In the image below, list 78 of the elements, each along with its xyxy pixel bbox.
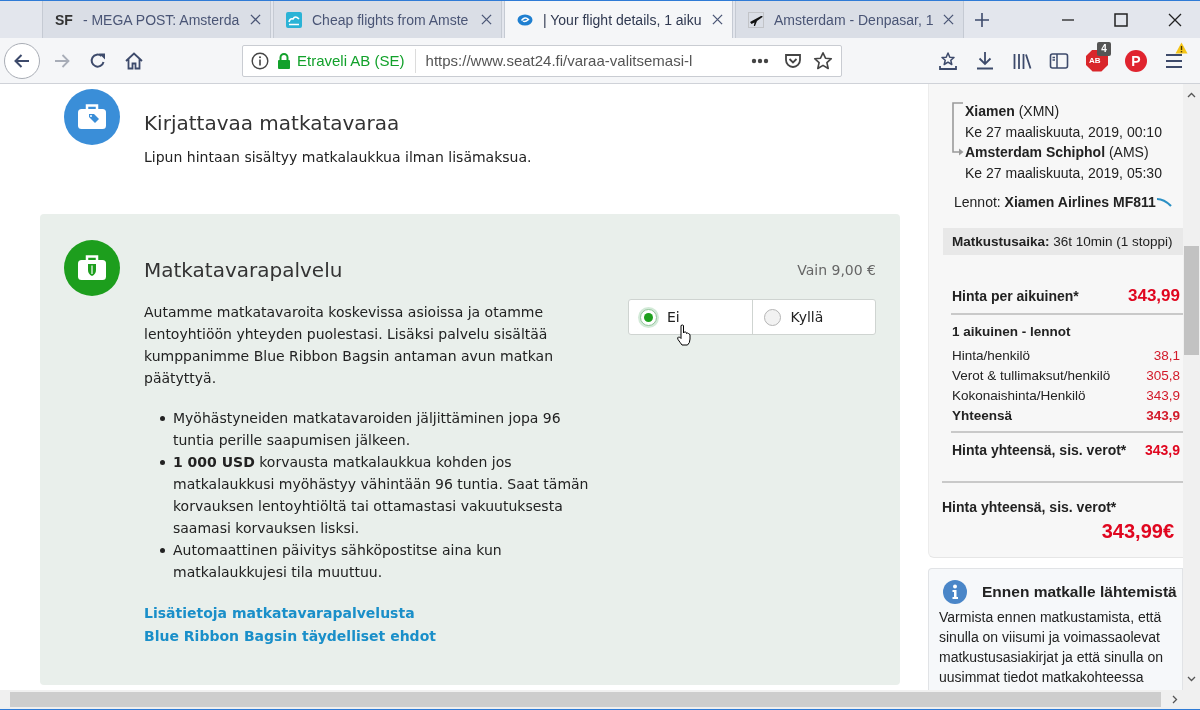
price-label: Hinta yhteensä, sis. verot* <box>952 442 1127 458</box>
radio-button[interactable] <box>763 308 781 326</box>
benefit-text: 1 000 USD korvausta matkalaukkua kohden jos matkalaukkusi myöhästyy vähintään 96 tuntia. Saat tämän korvauksen lentoyhtiöltä tai ottamastasi vakuutuksesta saamasi korvauksen lisksi. <box>173 453 590 538</box>
site-identity[interactable]: Etraveli AB (SE) <box>297 52 405 69</box>
route-bracket-icon <box>950 101 964 157</box>
pin-button[interactable]: P <box>1125 49 1147 72</box>
more-icon[interactable] <box>751 57 769 64</box>
close-icon[interactable] <box>712 14 723 25</box>
price-label: Yhteensä <box>952 407 1013 423</box>
browser-tab[interactable]: Amsterdam - Denpasar, 1 <box>735 1 964 38</box>
scrollbar-thumb[interactable] <box>10 692 1161 707</box>
suitcase-shield-icon <box>64 240 120 296</box>
bullet-icon <box>160 548 165 553</box>
info-link[interactable]: Blue Ribbon Bagsin täydelliset ehdot <box>144 625 436 648</box>
airport-name: Amsterdam Schiphol (AMS) <box>965 143 1150 162</box>
home-icon[interactable] <box>124 50 144 71</box>
browser-tab[interactable]: | Your flight details, 1 aiku <box>504 1 733 38</box>
cloud-icon <box>286 11 302 28</box>
scroll-down-icon[interactable] <box>1187 676 1196 682</box>
plane-icon <box>748 11 764 28</box>
swoosh-icon <box>1155 197 1172 207</box>
price-label: Kokonaishinta/Henkilö <box>952 387 1086 403</box>
close-icon[interactable] <box>1168 12 1182 27</box>
back-button[interactable] <box>4 42 40 79</box>
departure-time: Ke 27 maaliskuuta, 2019, 05:30 <box>965 163 1162 183</box>
download-icon[interactable] <box>975 50 995 71</box>
maximize-icon[interactable] <box>1114 12 1128 27</box>
price-value: 38,1 <box>1153 347 1180 363</box>
plus-icon[interactable] <box>974 11 990 28</box>
radio-option[interactable]: Ei <box>629 300 752 334</box>
notice-text: Varmista ennen matkustamista, että sinulla on viisumi ja voimassaolevat matkustusasiakirjat ja että sinulla on uusimmat tiedot matkakohteessa <box>939 608 1165 687</box>
section-text: Lipun hintaan sisältyy matkalaukkua ilman lisämaksua. <box>144 148 532 167</box>
browser-tab[interactable]: Cheap flights from Amste <box>273 1 502 38</box>
close-icon[interactable] <box>250 14 261 25</box>
total-price: 343,99€ <box>1100 519 1175 543</box>
departure-time: Ke 27 maaliskuuta, 2019, 00:10 <box>965 122 1162 142</box>
favicon-label: SF <box>55 11 73 28</box>
price-label: Verot & tullimaksut/henkilö <box>952 367 1111 383</box>
address-bar[interactable]: Etraveli AB (SE) https://www.seat24.fi/varaa-valitsemasi-l <box>242 44 842 77</box>
service-price: Vain 9,00 € <box>797 262 876 278</box>
price-value: 305,8 <box>1146 367 1180 383</box>
price-value: 343,9 <box>1144 442 1180 458</box>
star-icon[interactable] <box>813 50 833 71</box>
benefit-text: Myöhästyneiden matkatavaroiden jäljittäminen jopa 96 tuntia perille saapumisen jälkeen. <box>173 409 562 450</box>
price-value: 343,99 <box>1128 286 1180 306</box>
bullet-icon <box>160 416 165 421</box>
price-label: Hinta/henkilö <box>952 347 1031 363</box>
url-text[interactable]: https://www.seat24.fi/varaa-valitsemasi-l <box>425 52 743 69</box>
radio-button[interactable] <box>640 308 657 326</box>
price-label: Hinta per aikuinen* <box>952 288 1079 304</box>
breakdown-title: 1 aikuinen - lennot <box>952 323 1072 341</box>
info-icon[interactable] <box>251 51 269 70</box>
info-icon <box>943 580 967 604</box>
scroll-up-icon[interactable] <box>1187 92 1196 98</box>
browser-tab[interactable]: SF - MEGA POST: Amsterda <box>42 1 271 38</box>
section-title: Matkatavarapalvelu <box>144 257 343 283</box>
section-title: Kirjattavaa matkatavaraa <box>144 110 401 136</box>
price-value: 343,9 <box>1146 407 1180 423</box>
service-description: Autamme matkatavaroita koskevissa asioissa ja otamme lentoyhtiöön yhteyden puolestasi. Lisäksi palvelu sisältää kumppanimme Blue Ribbon Bagsin antaman avun matkan päätyttyä. <box>144 303 555 388</box>
sidebar-icon[interactable] <box>1049 50 1069 71</box>
badge-count: 4 <box>1097 41 1111 56</box>
suitcase-tag-icon <box>64 89 120 145</box>
scroll-right-icon[interactable] <box>1172 695 1178 704</box>
info-link[interactable]: Lisätietoja matkatavarapalvelusta <box>144 602 415 625</box>
travel-time-bar: Matkustusaika: 36t 10min (1 stoppi) <box>943 228 1183 255</box>
price-value: 343,9 <box>1146 387 1180 403</box>
total-label: Hinta yhteensä, sis. verot* <box>942 498 1118 516</box>
star-tray-icon[interactable] <box>938 50 958 71</box>
radio-option[interactable]: Kyllä <box>751 300 875 334</box>
horizontal-scrollbar[interactable] <box>0 690 1200 710</box>
benefit-text: Automaattinen päivitys sähköpostitse aina kun matkalaukkujesi tila muuttuu. <box>173 541 503 582</box>
scrollbar-thumb[interactable] <box>1184 246 1199 355</box>
flight-info: Lennot: Xiamen Airlines MF811 <box>954 193 1156 212</box>
airport-name: Xiamen (XMN) <box>965 102 1061 121</box>
bullet-icon <box>160 460 165 465</box>
lock-icon <box>277 52 291 69</box>
vertical-scrollbar[interactable] <box>1183 84 1200 690</box>
notice-title: Ennen matkalle lähtemistä <box>982 583 1177 601</box>
